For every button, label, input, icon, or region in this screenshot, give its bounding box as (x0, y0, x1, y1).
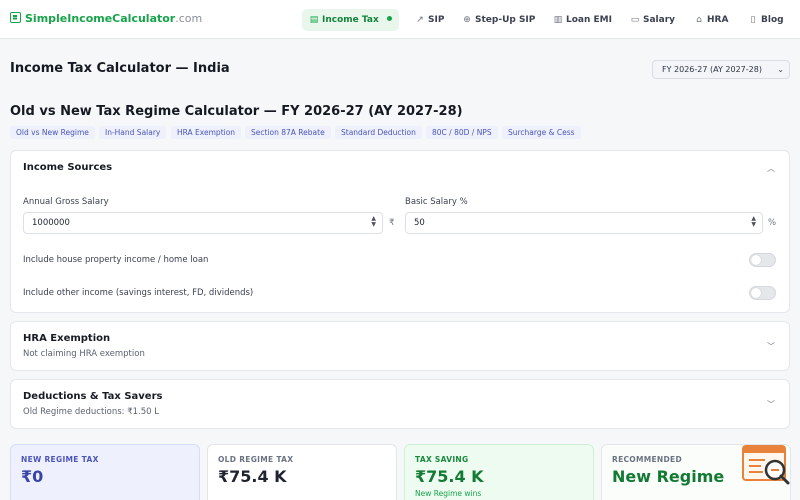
chip-80c-80d-nps[interactable]: 80C / 80D / NPS (426, 126, 498, 139)
chip-old-vs-new[interactable]: Old vs New Regime (10, 126, 95, 139)
chevron-down-icon[interactable]: ﹀ (767, 341, 775, 351)
chip-standard-deduction[interactable]: Standard Deduction (335, 126, 422, 139)
recommended-value: New Regime (612, 467, 725, 486)
brand-tld: .com (175, 12, 203, 25)
gross-salary-label: Annual Gross Salary (23, 197, 109, 207)
chip-in-hand-salary[interactable]: In-Hand Salary (99, 126, 167, 139)
percent-unit: % (768, 218, 777, 228)
fy-select-value: FY 2026-27 (AY 2027-28) (662, 65, 762, 74)
new-regime-tax-tile: NEW REGIME TAX ₹0 (10, 444, 200, 500)
house-property-label: Include house property income / home loa… (23, 255, 209, 265)
nav-item-hra[interactable]: ⌂ HRA (687, 9, 735, 31)
old-regime-label: OLD REGIME TAX (218, 455, 294, 464)
nav-item-loan-emi[interactable]: ▥ Loan EMI (546, 9, 619, 31)
chevron-down-icon: ⌄ (777, 65, 784, 74)
new-regime-value: ₹0 (21, 467, 44, 486)
nav-item-step-up-sip[interactable]: ⊕ Step-Up SIP (455, 9, 542, 31)
old-regime-tax-tile: OLD REGIME TAX ₹75.4 K (207, 444, 397, 500)
fy-select[interactable]: FY 2026-27 (AY 2027-28) ⌄ (652, 60, 790, 79)
page-title: Income Tax Calculator — India (10, 61, 230, 76)
other-income-toggle[interactable] (749, 286, 776, 300)
deductions-status: Old Regime deductions: ₹1.50 L (23, 407, 159, 417)
hra-status: Not claiming HRA exemption (23, 349, 145, 359)
hra-title: HRA Exemption (23, 333, 111, 344)
other-income-label: Include other income (savings interest, … (23, 288, 254, 298)
rupee-unit: ₹ (389, 218, 395, 228)
nav-item-income-tax[interactable]: ▤ Income Tax (302, 9, 399, 31)
new-regime-label: NEW REGIME TAX (21, 455, 99, 464)
top-nav: SimpleIncomeCalculator.com ▤ Income Tax ↗… (0, 0, 800, 39)
chevron-down-icon[interactable]: ﹀ (767, 399, 775, 409)
hra-card[interactable]: HRA Exemption Not claiming HRA exemption… (10, 321, 790, 371)
tax-saving-label: TAX SAVING (415, 455, 469, 464)
tax-saving-tile: TAX SAVING ₹75.4 K New Regime wins (404, 444, 594, 500)
trend-up-icon: ↗ (416, 15, 424, 25)
deductions-title: Deductions & Tax Savers (23, 391, 163, 402)
document-icon: ▤ (309, 15, 319, 25)
wallet-icon: ▭ (630, 15, 640, 25)
recommended-label: RECOMMENDED (612, 455, 682, 464)
income-sources-title: Income Sources (23, 162, 113, 173)
gross-salary-input[interactable]: 1000000 ▲ ▼ (23, 212, 383, 234)
report-search-icon[interactable] (741, 444, 791, 486)
active-dot-icon (386, 16, 392, 21)
brand-logo[interactable]: SimpleIncomeCalculator.com (10, 12, 202, 25)
chip-section-87a[interactable]: Section 87A Rebate (245, 126, 331, 139)
chip-hra-exemption[interactable]: HRA Exemption (171, 126, 242, 139)
tax-saving-note: New Regime wins (415, 489, 482, 498)
deductions-card[interactable]: Deductions & Tax Savers Old Regime deduc… (10, 379, 790, 429)
book-icon: ▯ (750, 15, 756, 25)
old-regime-value: ₹75.4 K (218, 467, 287, 486)
tax-saving-value: ₹75.4 K (415, 467, 484, 486)
calculator-icon: ▥ (553, 15, 563, 25)
nav-item-salary[interactable]: ▭ Salary (623, 9, 682, 31)
brand-name: SimpleIncomeCalculator (25, 12, 176, 25)
income-sources-card: Income Sources ︿ Annual Gross Salary 100… (10, 150, 790, 313)
calculator-heading: Old vs New Tax Regime Calculator — FY 20… (10, 104, 463, 119)
circle-plus-icon: ⊕ (463, 15, 471, 25)
basic-salary-input[interactable]: 50 ▲ ▼ (405, 212, 763, 234)
home-icon: ⌂ (696, 15, 702, 25)
calculator-logo-icon (10, 12, 21, 23)
basic-salary-label: Basic Salary % (405, 197, 468, 207)
chip-surcharge-cess[interactable]: Surcharge & Cess (502, 126, 581, 139)
chevron-up-icon[interactable]: ︿ (767, 163, 775, 173)
stepper-icon[interactable]: ▲ ▼ (751, 216, 756, 228)
nav-item-blog[interactable]: ▯ Blog (741, 9, 791, 31)
house-property-toggle[interactable] (749, 253, 776, 267)
nav-item-sip[interactable]: ↗ SIP (408, 9, 451, 31)
stepper-icon[interactable]: ▲ ▼ (371, 216, 376, 228)
